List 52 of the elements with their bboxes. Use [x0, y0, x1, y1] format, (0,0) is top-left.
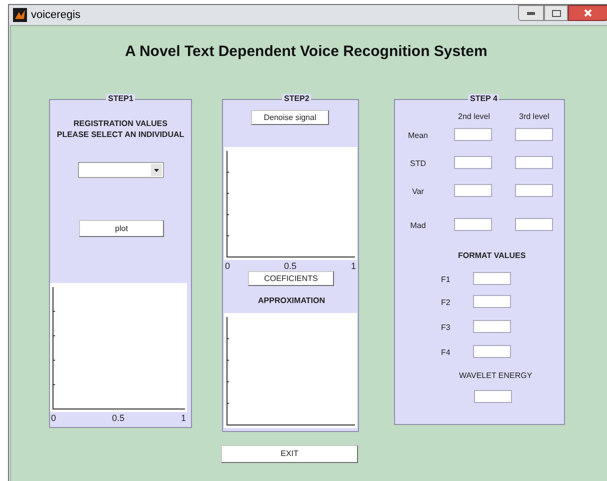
minimize-button[interactable] [518, 5, 544, 21]
instruction-label: PLEASE SELECT AN INDIVIDUAL [56, 129, 186, 141]
minimize-icon [527, 12, 535, 14]
dropdown-arrow-icon [154, 168, 159, 172]
panel-title: STEP 4 [468, 94, 500, 104]
row-label: F1 [441, 274, 450, 286]
section-label: WAVELET ENERGY [459, 370, 532, 382]
close-icon [584, 9, 592, 17]
row-label: F4 [441, 347, 450, 359]
column-label: 2nd level [458, 111, 490, 123]
input-field[interactable] [473, 345, 511, 358]
maximize-icon [552, 10, 560, 16]
tick-label: 0.5 [112, 413, 125, 423]
input-field[interactable] [474, 390, 512, 403]
input-field[interactable] [454, 184, 492, 197]
row-label: Var [411, 186, 425, 198]
input-field[interactable] [515, 184, 553, 197]
push-button[interactable]: Denoise signal [251, 110, 329, 125]
input-field[interactable] [515, 218, 553, 231]
input-field[interactable] [473, 320, 511, 333]
input-field[interactable] [454, 218, 492, 231]
app-icon [13, 8, 27, 22]
window-title: voiceregis [31, 8, 81, 23]
column-label: 3rd level [519, 111, 550, 123]
section-label: FORMAT VALUES [458, 250, 526, 262]
input-field[interactable] [454, 128, 492, 141]
input-field[interactable] [515, 128, 553, 141]
panel-title: STEP1 [106, 94, 136, 104]
row-label: F3 [441, 322, 450, 334]
row-label: Mean [406, 130, 429, 142]
input-field[interactable] [473, 272, 511, 285]
input-field[interactable] [473, 295, 511, 308]
row-label: F2 [441, 297, 450, 309]
push-button[interactable]: EXIT [221, 445, 358, 463]
section-label: APPROXIMATION [257, 295, 326, 307]
push-button[interactable]: plot [79, 220, 164, 237]
input-field[interactable] [454, 156, 492, 169]
panel-title: STEP2 [282, 94, 312, 104]
row-label: Mad [409, 220, 427, 232]
push-button[interactable]: COEFICIENTS [248, 271, 334, 286]
dropdown[interactable] [78, 162, 164, 178]
tick-label: 0.5 [284, 261, 297, 271]
close-button[interactable] [568, 5, 607, 21]
tick-label: 1 [181, 413, 186, 423]
tick-label: 1 [351, 261, 356, 271]
maximize-button[interactable] [544, 5, 568, 21]
row-label: STD [409, 158, 427, 170]
input-field[interactable] [515, 156, 553, 169]
instruction-label: REGISTRATION VALUES [72, 118, 168, 130]
tick-label: 0 [51, 413, 56, 423]
app-heading: A Novel Text Dependent Voice Recognition System [125, 42, 488, 62]
tick-label: 0 [225, 261, 230, 271]
